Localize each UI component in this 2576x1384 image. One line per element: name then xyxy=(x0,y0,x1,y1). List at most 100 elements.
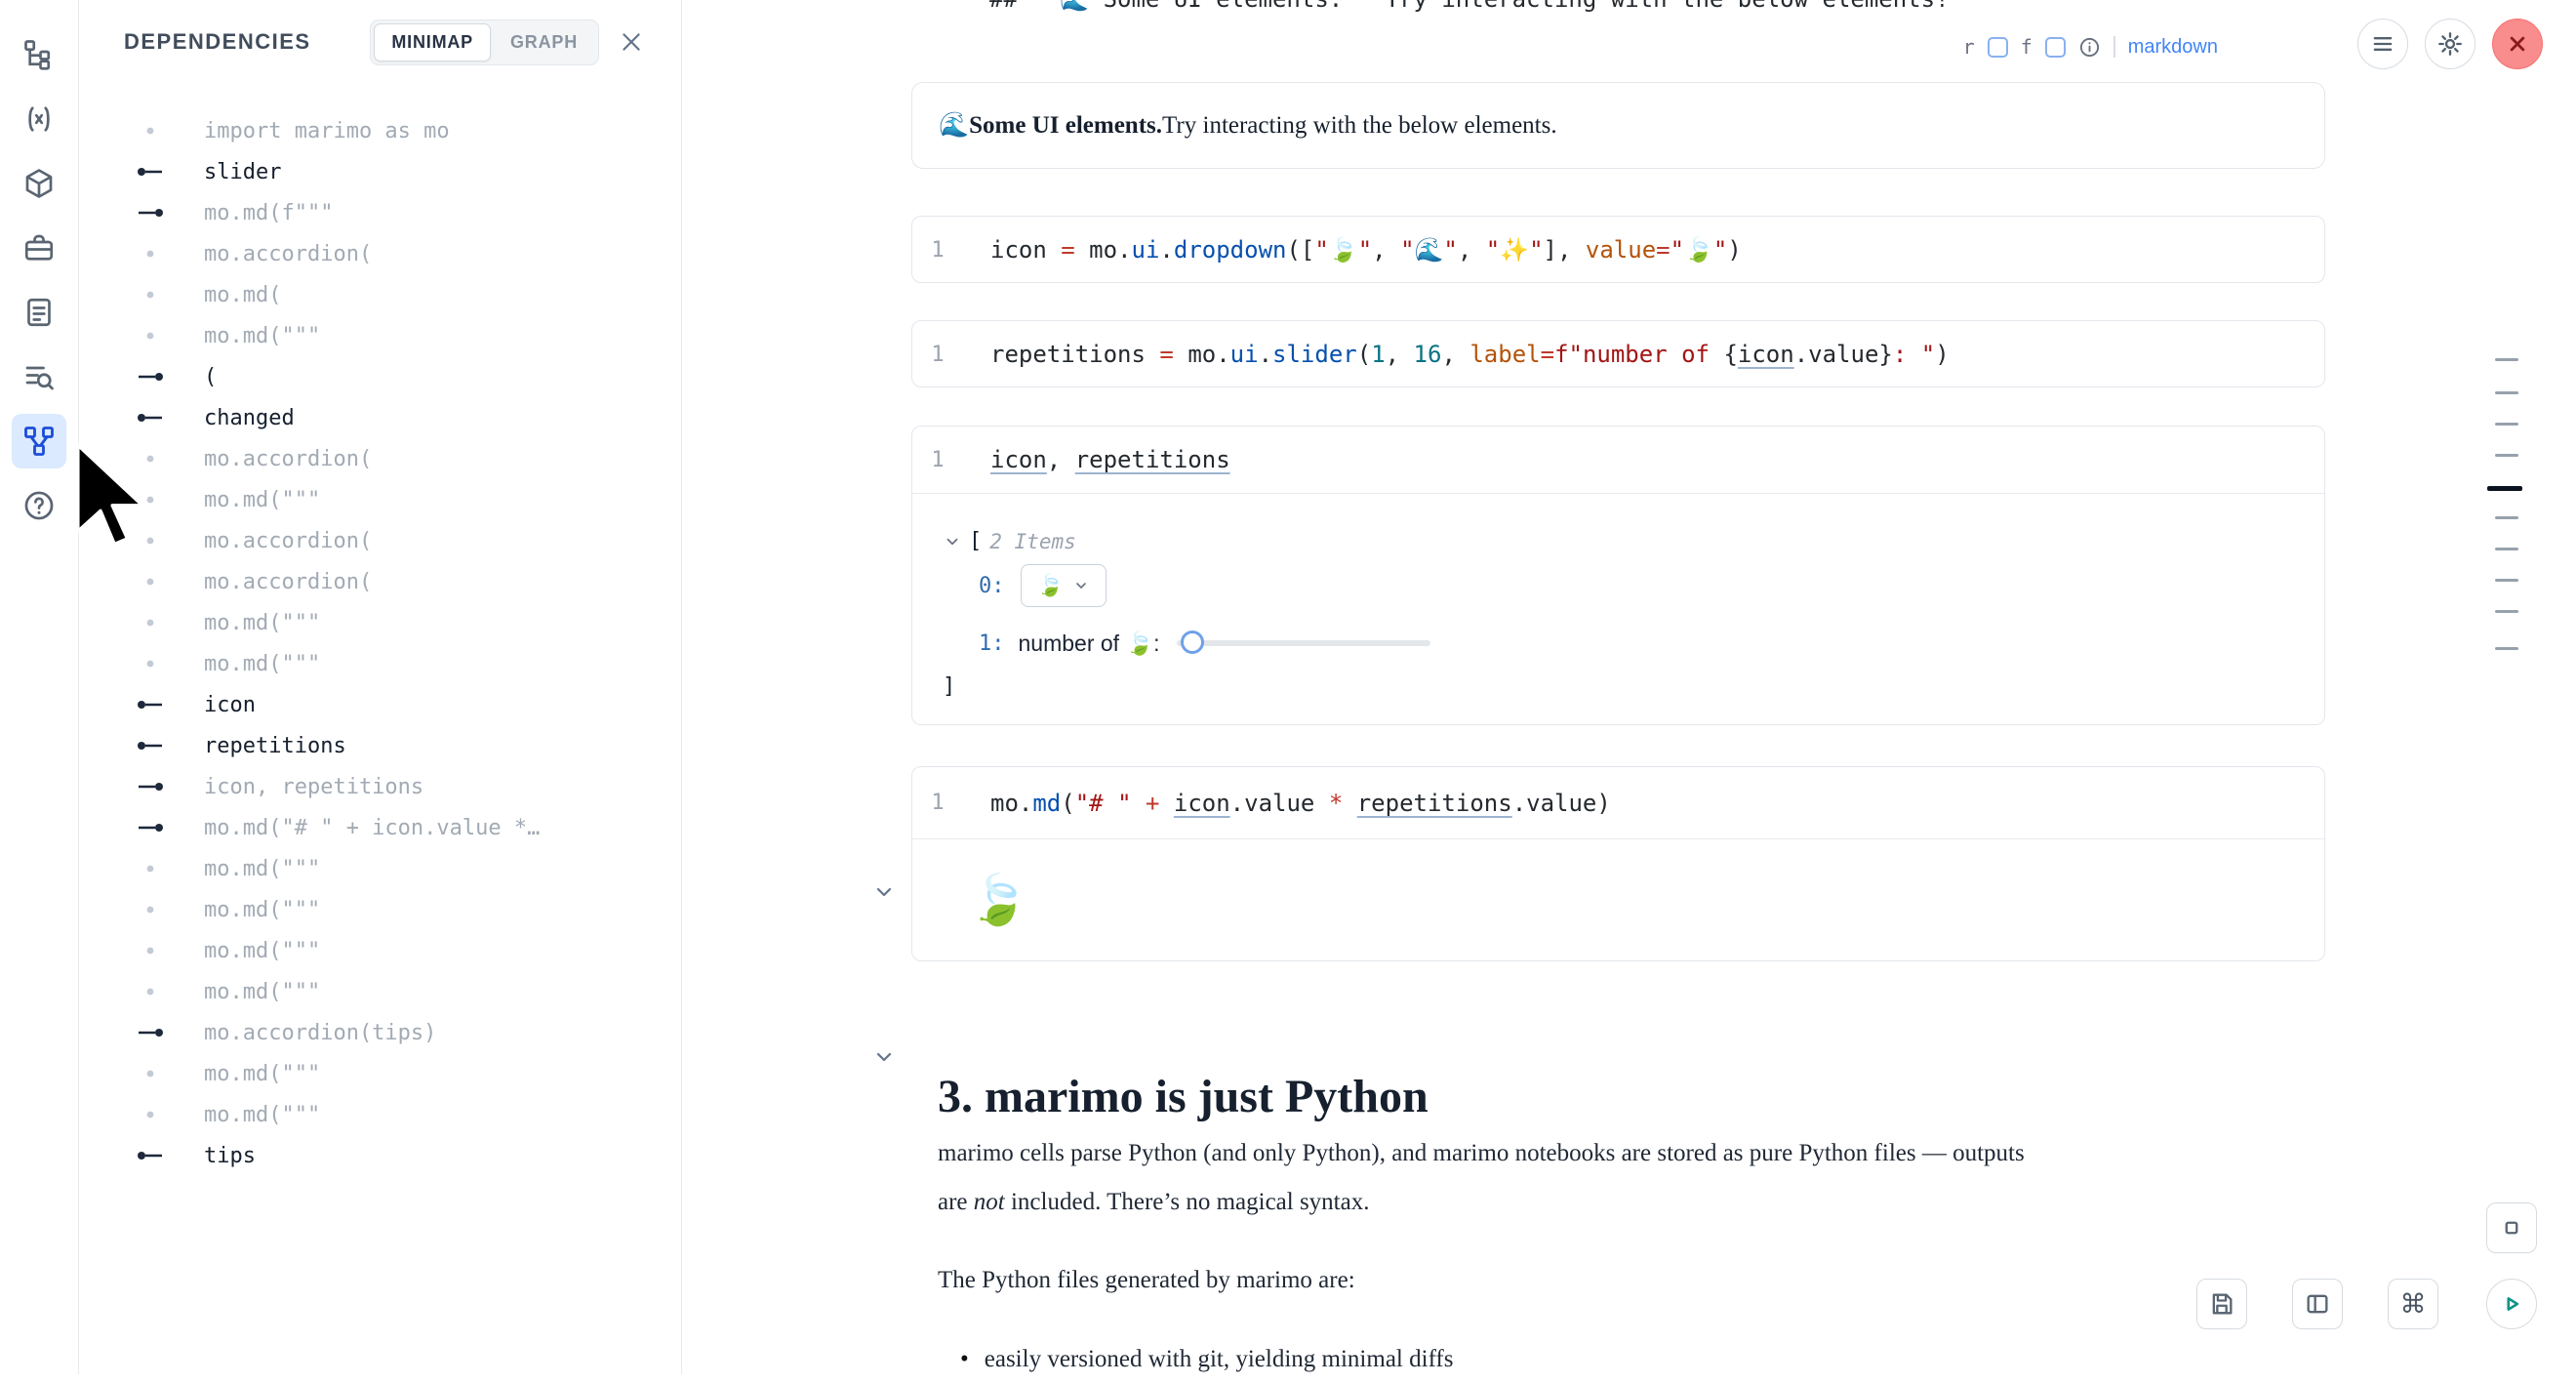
code-token: icon xyxy=(990,236,1047,264)
divider xyxy=(2113,36,2115,58)
dependency-item[interactable]: tips xyxy=(79,1135,681,1176)
clipped-markdown-cell[interactable]: ## **🌊 Some UI elements.** Try interacti… xyxy=(911,0,2325,16)
toolbox-icon[interactable] xyxy=(12,221,66,275)
minimap-line[interactable] xyxy=(2495,423,2518,426)
bullet-text: easily versioned with git, yielding mini… xyxy=(985,1335,1454,1384)
code-token: icon xyxy=(1738,341,1794,368)
bullet-dot: • xyxy=(960,1335,969,1384)
outline-icon[interactable] xyxy=(12,27,66,82)
dot-node-icon xyxy=(136,617,165,629)
minimap-line-active[interactable] xyxy=(2487,486,2522,491)
settings-button[interactable] xyxy=(2425,19,2475,69)
code-editor-line[interactable]: mo.md("# " + icon.value * repetitions.va… xyxy=(990,790,1611,817)
code-token: repetitions xyxy=(1357,790,1512,817)
minimap-line[interactable] xyxy=(2495,454,2518,457)
save-button[interactable] xyxy=(2196,1279,2247,1329)
dependency-item[interactable]: mo.md(""" xyxy=(79,889,681,930)
chevron-down-icon[interactable] xyxy=(944,533,961,550)
variables-icon[interactable] xyxy=(12,92,66,146)
code-row: 1 repetitions = mo.ui.slider(1, 16, labe… xyxy=(912,321,2324,387)
code-token: ) xyxy=(1596,790,1610,817)
dependency-item[interactable]: mo.md(f""" xyxy=(79,192,681,233)
code-editor-line[interactable]: icon = mo.ui.dropdown(["🍃", "🌊", "✨"], v… xyxy=(990,236,1742,264)
minimap-line[interactable] xyxy=(2495,647,2518,650)
code-editor-line[interactable]: icon, repetitions xyxy=(990,446,1230,473)
dependency-item[interactable]: icon, repetitions xyxy=(79,766,681,807)
minimap-line[interactable] xyxy=(2495,516,2518,519)
shutdown-button[interactable] xyxy=(2492,19,2543,69)
dependency-item[interactable]: mo.md(""" xyxy=(79,643,681,684)
dependency-item[interactable]: mo.md(""" xyxy=(79,1094,681,1135)
slider-thumb[interactable] xyxy=(1181,631,1204,654)
dependency-item[interactable]: mo.accordion( xyxy=(79,520,681,561)
packages-icon[interactable] xyxy=(12,156,66,211)
dependency-item[interactable]: mo.md(""" xyxy=(79,1053,681,1094)
notebook-menu-button[interactable] xyxy=(2357,19,2408,69)
code-token: : " xyxy=(1893,341,1935,368)
run-button[interactable] xyxy=(2486,1279,2537,1329)
dependency-item[interactable]: mo.accordion(tips) xyxy=(79,1012,681,1053)
tree-close-row: ] xyxy=(943,672,955,701)
tab-minimap[interactable]: MINIMAP xyxy=(374,23,491,61)
format-flag-checkbox[interactable] xyxy=(2045,37,2066,58)
dependency-item[interactable]: icon xyxy=(79,684,681,725)
slider-control[interactable] xyxy=(1177,631,1430,656)
run-flag-checkbox[interactable] xyxy=(1988,37,2008,58)
minimap-line[interactable] xyxy=(2495,391,2518,394)
snippets-icon[interactable] xyxy=(12,285,66,340)
slider-track[interactable] xyxy=(1177,640,1430,646)
layout-button[interactable] xyxy=(2292,1279,2343,1329)
code-cell-md-leaf: 1 mo.md("# " + icon.value * repetitions.… xyxy=(911,766,2325,961)
dependency-item[interactable]: import marimo as mo xyxy=(79,110,681,151)
logs-icon[interactable] xyxy=(12,349,66,404)
minimap-line[interactable] xyxy=(2495,548,2518,550)
info-icon[interactable] xyxy=(2078,36,2101,59)
dependency-item[interactable]: mo.md("# " + icon.value *… xyxy=(79,807,681,848)
code-editor-line[interactable]: repetitions = mo.ui.slider(1, 16, label=… xyxy=(990,341,1950,368)
markdown-output-ui-elements: 🌊 Some UI elements. Try interacting with… xyxy=(911,82,2325,169)
close-panel-button[interactable] xyxy=(617,27,646,57)
dependency-graph-icon[interactable] xyxy=(12,414,66,468)
code-token: + xyxy=(1132,790,1174,817)
minimap-line[interactable] xyxy=(2495,358,2518,361)
dependency-item[interactable]: repetitions xyxy=(79,725,681,766)
dependency-item[interactable]: mo.md(""" xyxy=(79,930,681,971)
dependency-item[interactable]: mo.accordion( xyxy=(79,561,681,602)
dependency-item[interactable]: mo.md(""" xyxy=(79,848,681,889)
scratchpad-button[interactable] xyxy=(2486,1202,2537,1253)
dependency-item[interactable]: ( xyxy=(79,356,681,397)
dependency-item-label: ( xyxy=(204,365,217,389)
dependency-item[interactable]: mo.md(""" xyxy=(79,602,681,643)
language-label[interactable]: markdown xyxy=(2128,36,2218,59)
dependency-item-label: mo.accordion( xyxy=(204,242,372,266)
code-token: "🍃" xyxy=(1314,236,1372,264)
minimap-line[interactable] xyxy=(2495,610,2518,613)
code-token: * xyxy=(1314,790,1356,817)
shortcuts-button[interactable]: ⌘ xyxy=(2388,1279,2438,1329)
dependency-list: import marimo as moslidermo.md(f""" mo.ac… xyxy=(79,110,681,1374)
minimap-line[interactable] xyxy=(2495,579,2518,582)
section-heading: 3. marimo is just Python xyxy=(938,1070,1429,1123)
dropdown-control[interactable]: 🍃 xyxy=(1021,564,1107,607)
dependency-item-label: changed xyxy=(204,406,295,430)
code-token: repetitions xyxy=(990,341,1146,368)
output-text: Try interacting with the below elements. xyxy=(1162,112,1557,140)
dependency-item[interactable]: slider xyxy=(79,151,681,192)
dependency-item[interactable]: changed xyxy=(79,397,681,438)
dependencies-header: DEPENDENCIES MINIMAP GRAPH xyxy=(79,0,681,84)
dependency-item[interactable]: mo.accordion( xyxy=(79,438,681,479)
code-token: , xyxy=(1386,341,1414,368)
dependency-item[interactable]: mo.accordion( xyxy=(79,233,681,274)
dependency-item[interactable]: mo.md(""" xyxy=(79,479,681,520)
code-row: 1 icon = mo.ui.dropdown(["🍃", "🌊", "✨"],… xyxy=(912,217,2324,283)
collapse-section-chevron-icon[interactable] xyxy=(872,1045,896,1069)
dependency-item[interactable]: mo.md(""" xyxy=(79,971,681,1012)
code-token: { xyxy=(1723,341,1737,368)
paragraph-1: marimo cells parse Python (and only Pyth… xyxy=(938,1129,2304,1227)
help-icon[interactable] xyxy=(12,478,66,533)
dependency-item[interactable]: mo.md( xyxy=(79,274,681,315)
dependency-item[interactable]: mo.md(""" xyxy=(79,315,681,356)
tab-graph[interactable]: GRAPH xyxy=(493,23,595,61)
def-node-icon xyxy=(136,1150,165,1161)
collapse-output-chevron-icon[interactable] xyxy=(872,880,896,904)
